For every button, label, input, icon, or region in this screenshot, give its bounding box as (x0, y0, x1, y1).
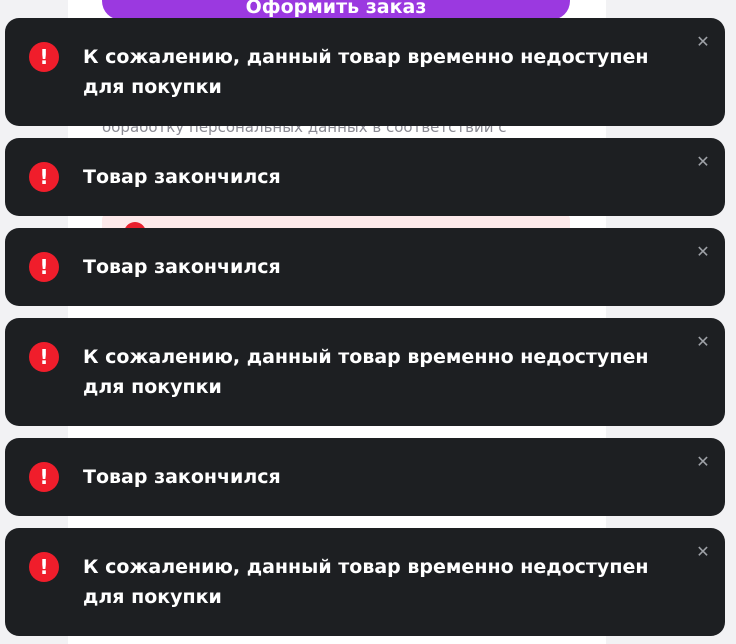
exclamation-icon: ! (29, 42, 59, 72)
checkout-button[interactable]: Оформить заказ (102, 0, 570, 20)
toast-message: К сожалению, данный товар временно недос… (83, 346, 649, 398)
close-icon[interactable]: ✕ (693, 242, 713, 262)
exclamation-icon: ! (29, 342, 59, 372)
toast-notification: ! К сожалению, данный товар временно нед… (5, 18, 725, 126)
toast-notification: ! К сожалению, данный товар временно нед… (5, 318, 725, 426)
close-icon[interactable]: ✕ (693, 32, 713, 52)
close-icon[interactable]: ✕ (693, 452, 713, 472)
toast-message: Товар закончился (83, 256, 281, 278)
exclamation-icon: ! (29, 552, 59, 582)
toast-message: К сожалению, данный товар временно недос… (83, 556, 649, 608)
close-icon[interactable]: ✕ (693, 152, 713, 172)
close-icon[interactable]: ✕ (693, 542, 713, 562)
toast-message: К сожалению, данный товар временно недос… (83, 46, 649, 98)
toast-notification: ! К сожалению, данный товар временно нед… (5, 528, 725, 636)
toast-notification: ! Товар закончился ✕ (5, 228, 725, 306)
toast-message: Товар закончился (83, 466, 281, 488)
exclamation-icon: ! (29, 162, 59, 192)
close-icon[interactable]: ✕ (693, 332, 713, 352)
toast-message: Товар закончился (83, 166, 281, 188)
toast-notification: ! Товар закончился ✕ (5, 138, 725, 216)
exclamation-icon: ! (29, 462, 59, 492)
toast-notification: ! Товар закончился ✕ (5, 438, 725, 516)
exclamation-icon: ! (29, 252, 59, 282)
